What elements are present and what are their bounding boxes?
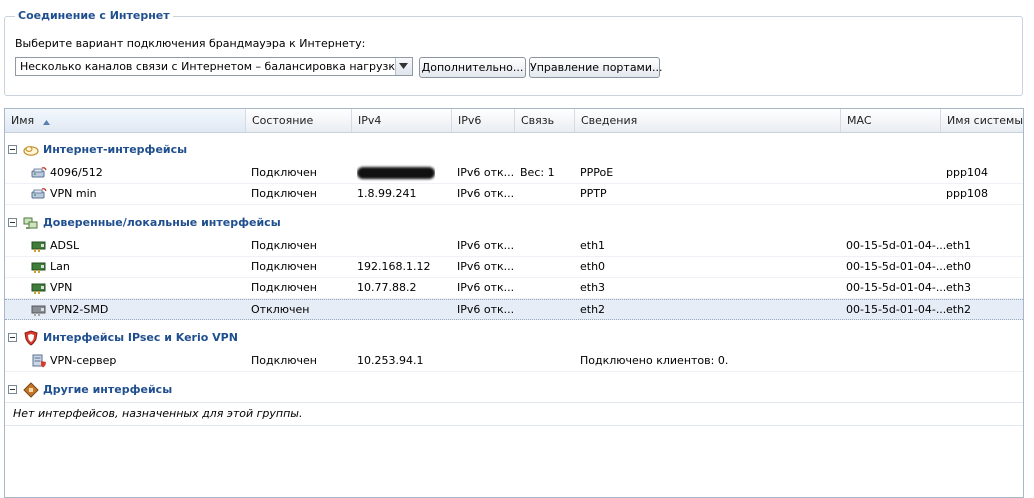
- interface-state: Отключен: [251, 303, 310, 316]
- interface-name: VPN-сервер: [50, 354, 117, 367]
- collapse-toggle-icon[interactable]: [8, 145, 17, 154]
- modem-icon: [31, 187, 47, 201]
- interface-state: Подключен: [251, 187, 317, 200]
- interface-mac: 00-15-5d-01-04-...: [846, 303, 947, 316]
- interface-name: VPN2-SMD: [50, 303, 109, 316]
- column-header-state[interactable]: Состояние: [246, 109, 352, 132]
- interface-info: Подключено клиентов: 0.: [580, 354, 729, 367]
- table-row[interactable]: ADSL Подключен IPv6 отк... eth1 00-15-5d…: [5, 236, 1023, 257]
- table-row[interactable]: Lan Подключен 192.168.1.12 IPv6 отк... e…: [5, 257, 1023, 278]
- interface-ipv6: IPv6 отк...: [457, 303, 515, 316]
- interface-ipv6: IPv6 отк...: [457, 239, 515, 252]
- interface-name: VPN min: [50, 187, 97, 200]
- interface-info: PPTP: [580, 187, 607, 200]
- collapse-toggle-icon[interactable]: [8, 385, 17, 394]
- cloud-icon: [23, 142, 39, 158]
- advanced-button[interactable]: Дополнительно...: [419, 57, 526, 78]
- interface-system-name: eth3: [946, 281, 972, 294]
- interface-ipv6: IPv6 отк...: [457, 187, 515, 200]
- interface-name: ADSL: [50, 239, 80, 252]
- collapse-toggle-icon[interactable]: [8, 333, 17, 342]
- interface-system-name: ppp108: [946, 187, 988, 200]
- network-computers-icon: [23, 215, 39, 231]
- connection-prompt: Выберите вариант подключения брандмауэра…: [15, 37, 366, 50]
- interface-info: eth3: [580, 281, 606, 294]
- interface-ipv4: 1.8.99.241: [357, 187, 417, 200]
- interface-name: Lan: [50, 260, 70, 273]
- interface-name: VPN: [50, 281, 73, 294]
- interface-state: Подключен: [251, 354, 317, 367]
- interface-info: eth0: [580, 260, 606, 273]
- group-title: Другие интерфейсы: [43, 383, 173, 396]
- column-header-ipv4[interactable]: IPv4: [352, 109, 452, 132]
- column-header-system-name[interactable]: Имя системы: [941, 109, 1023, 132]
- group-title: Интернет-интерфейсы: [43, 143, 188, 156]
- interface-state: Подключен: [251, 260, 317, 273]
- interface-ipv6: IPv6 отк...: [457, 281, 515, 294]
- interface-state: Подключен: [251, 239, 317, 252]
- network-card-icon: [31, 281, 47, 295]
- table-row[interactable]: 4096/512 Подключен IPv6 отк... Вес: 1 PP…: [5, 163, 1023, 184]
- column-header-mac[interactable]: MAC: [841, 109, 941, 132]
- interface-link: Вес: 1: [520, 166, 555, 179]
- interface-mac: 00-15-5d-01-04-...: [846, 239, 947, 252]
- interface-ipv6: IPv6 отк...: [457, 260, 515, 273]
- connection-mode-select[interactable]: Несколько каналов связи с Интернетом – б…: [15, 57, 413, 76]
- other-interfaces-icon: [23, 382, 39, 398]
- table-row[interactable]: VPN-сервер Подключен 10.253.94.1 Подключ…: [5, 351, 1023, 372]
- port-management-button[interactable]: Управление портами...: [529, 57, 663, 78]
- interface-system-name: eth1: [946, 239, 972, 252]
- interface-info: eth2: [580, 303, 606, 316]
- network-card-icon: [31, 239, 47, 253]
- interface-system-name: ppp104: [946, 166, 988, 179]
- interface-ipv4: 192.168.1.12: [357, 260, 431, 273]
- table-header: Имя Состояние IPv4 IPv6 Связь Сведения M…: [5, 109, 1023, 133]
- sort-ascending-icon: [42, 110, 50, 133]
- shield-icon: [23, 330, 39, 346]
- table-row[interactable]: VPN Подключен 10.77.88.2 IPv6 отк... eth…: [5, 278, 1023, 299]
- interface-ipv4: 10.253.94.1: [357, 354, 424, 367]
- network-card-icon: [31, 260, 47, 274]
- interface-system-name: eth2: [946, 303, 972, 316]
- collapse-toggle-icon[interactable]: [8, 218, 17, 227]
- table-row-selected[interactable]: VPN2-SMD Отключен IPv6 отк... eth2 00-15…: [5, 299, 1023, 320]
- interfaces-table: Имя Состояние IPv4 IPv6 Связь Сведения M…: [4, 108, 1024, 498]
- group-title: Доверенные/локальные интерфейсы: [43, 216, 281, 229]
- network-card-disabled-icon: [31, 303, 47, 317]
- table-row[interactable]: VPN min Подключен 1.8.99.241 IPv6 отк...…: [5, 184, 1023, 205]
- group-title: Интерфейсы IPsec и Kerio VPN: [43, 331, 238, 344]
- connection-mode-value: Несколько каналов связи с Интернетом – б…: [20, 60, 403, 73]
- column-header-ipv6[interactable]: IPv6: [452, 109, 515, 132]
- column-header-name[interactable]: Имя: [5, 109, 246, 132]
- interface-name: 4096/512: [50, 166, 103, 179]
- vpn-server-icon: [31, 354, 47, 368]
- interface-info: eth1: [580, 239, 606, 252]
- group-trusted-interfaces[interactable]: Доверенные/локальные интерфейсы: [5, 212, 1023, 234]
- fieldset-legend: Соединение с Интернет: [15, 9, 173, 23]
- group-internet-interfaces[interactable]: Интернет-интерфейсы: [5, 139, 1023, 161]
- group-vpn-interfaces[interactable]: Интерфейсы IPsec и Kerio VPN: [5, 327, 1023, 349]
- interface-ipv6: IPv6 отк...: [457, 166, 515, 179]
- chevron-down-icon[interactable]: [395, 58, 412, 75]
- interface-state: Подключен: [251, 166, 317, 179]
- interface-ipv4: 10.77.88.2: [357, 281, 417, 294]
- internet-connection-fieldset: Соединение с Интернет Выберите вариант п…: [4, 9, 1023, 96]
- interface-system-name: eth0: [946, 260, 972, 273]
- column-header-link[interactable]: Связь: [515, 109, 575, 132]
- column-header-info[interactable]: Сведения: [575, 109, 841, 132]
- modem-icon: [31, 166, 47, 180]
- empty-group-note: Нет интерфейсов, назначенных для этой гр…: [13, 407, 303, 420]
- interface-mac: 00-15-5d-01-04-...: [846, 260, 947, 273]
- group-other-interfaces[interactable]: Другие интерфейсы: [5, 379, 1023, 401]
- interface-mac: 00-15-5d-01-04-...: [846, 281, 947, 294]
- interface-ipv4-redacted: [357, 163, 435, 183]
- interface-state: Подключен: [251, 281, 317, 294]
- interface-info: PPPoE: [580, 166, 614, 179]
